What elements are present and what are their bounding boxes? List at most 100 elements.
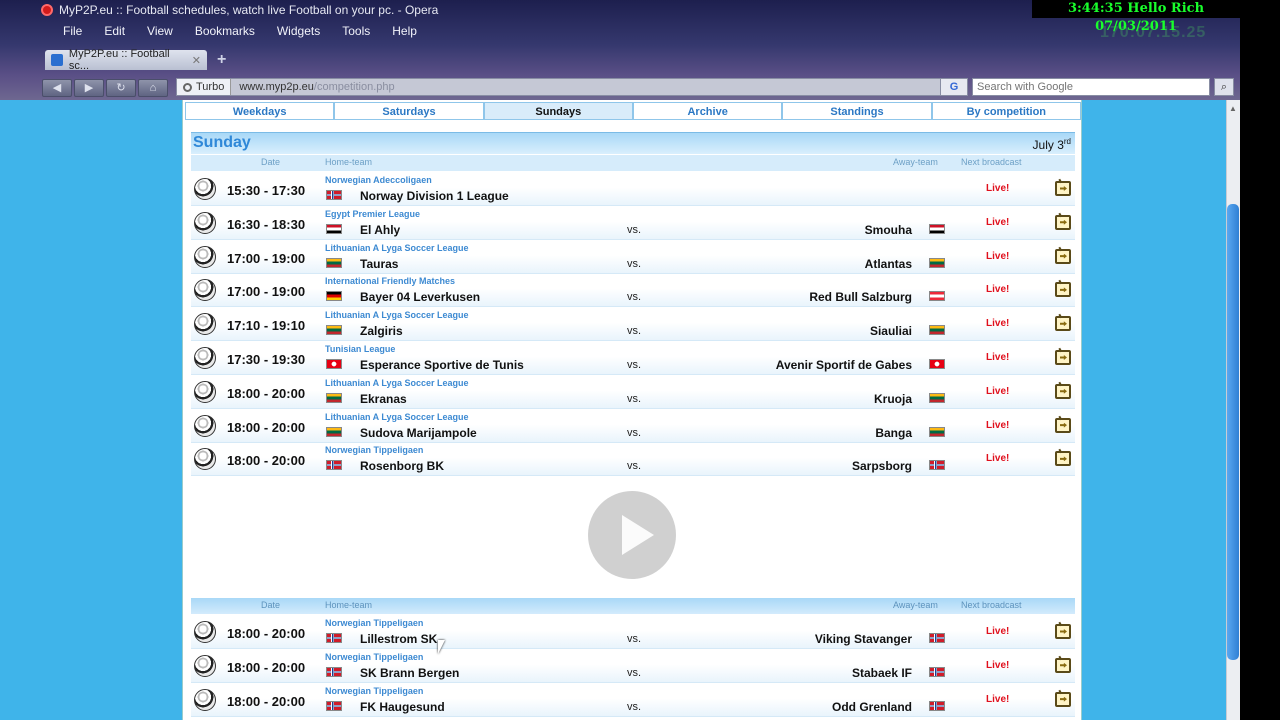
screen-edge bbox=[1240, 0, 1280, 720]
close-tab-icon[interactable]: ✕ bbox=[192, 54, 201, 67]
tv-watch-icon[interactable] bbox=[1055, 624, 1071, 639]
vs-label: vs. bbox=[627, 700, 642, 713]
live-link[interactable]: Live! bbox=[986, 386, 1009, 397]
tab-weekdays[interactable]: Weekdays bbox=[185, 102, 335, 120]
favicon-icon bbox=[51, 54, 63, 66]
search-icon[interactable]: ⌕ bbox=[1214, 78, 1234, 96]
live-link[interactable]: Live! bbox=[986, 352, 1009, 363]
live-link[interactable]: Live! bbox=[986, 626, 1009, 637]
tab-saturdays[interactable]: Saturdays bbox=[334, 102, 484, 120]
tv-watch-icon[interactable] bbox=[1055, 282, 1071, 298]
search-input[interactable] bbox=[972, 78, 1210, 96]
forward-button[interactable]: ▶ bbox=[74, 79, 104, 97]
menu-help[interactable]: Help bbox=[381, 22, 428, 40]
match-row[interactable]: 16:30 - 18:30 Egypt Premier League El Ahly… bbox=[191, 206, 1075, 240]
football-icon bbox=[194, 211, 216, 234]
league-name[interactable]: Lithuanian A Lyga Soccer League bbox=[325, 378, 469, 388]
home-team: Ekranas bbox=[360, 391, 407, 406]
arrow-icon bbox=[1060, 355, 1067, 360]
scroll-up-icon[interactable]: ▲ bbox=[1226, 104, 1240, 116]
league-name[interactable]: Norwegian Tippeligaen bbox=[325, 618, 423, 628]
tv-watch-icon[interactable] bbox=[1055, 657, 1071, 673]
league-name[interactable]: Norwegian Adeccoligaen bbox=[325, 175, 432, 185]
live-link[interactable]: Live! bbox=[986, 284, 1009, 295]
tab-sundays[interactable]: Sundays bbox=[483, 102, 633, 120]
search-engine-button[interactable]: G bbox=[940, 78, 968, 96]
menu-tools[interactable]: Tools bbox=[331, 22, 381, 40]
match-row[interactable]: 17:00 - 19:00 International Friendly Matc… bbox=[191, 274, 1075, 308]
football-icon bbox=[194, 178, 216, 200]
live-link[interactable]: Live! bbox=[986, 420, 1009, 431]
new-tab-button[interactable]: + bbox=[217, 51, 226, 69]
league-name[interactable]: Lithuanian A Lyga Soccer League bbox=[325, 310, 469, 320]
tv-watch-icon[interactable] bbox=[1055, 248, 1071, 264]
back-button[interactable]: ◀ bbox=[42, 79, 72, 97]
menu-widgets[interactable]: Widgets bbox=[266, 22, 331, 40]
match-row[interactable]: 18:00 - 20:00 Norwegian Tippeligaen Lilles… bbox=[191, 616, 1075, 649]
live-link[interactable]: Live! bbox=[986, 453, 1009, 464]
match-row[interactable]: 17:30 - 19:30 Tunisian League Esperance Sp… bbox=[191, 342, 1075, 375]
live-link[interactable]: Live! bbox=[986, 318, 1009, 329]
tv-watch-icon[interactable] bbox=[1055, 214, 1071, 230]
live-link[interactable]: Live! bbox=[986, 183, 1009, 194]
tv-watch-icon[interactable] bbox=[1055, 181, 1071, 196]
league-name[interactable]: International Friendly Matches bbox=[325, 276, 455, 286]
live-link[interactable]: Live! bbox=[986, 660, 1009, 671]
match-row[interactable]: 17:10 - 19:10 Lithuanian A Lyga Soccer Le… bbox=[191, 308, 1075, 342]
tv-watch-icon[interactable] bbox=[1055, 316, 1071, 332]
match-row[interactable]: 17:00 - 19:00 Lithuanian A Lyga Soccer Le… bbox=[191, 240, 1075, 274]
away-flag-icon bbox=[929, 291, 945, 302]
tab-archive[interactable]: Archive bbox=[632, 102, 783, 120]
menu-file[interactable]: File bbox=[52, 22, 93, 40]
match-row[interactable]: 15:30 - 17:30 Norwegian Adeccoligaen Norwa… bbox=[191, 173, 1075, 206]
match-row[interactable]: 18:00 - 20:00 Lithuanian A Lyga Soccer Le… bbox=[191, 375, 1075, 409]
league-name[interactable]: Norwegian Tippeligaen bbox=[325, 445, 423, 455]
vs-label: vs. bbox=[627, 257, 642, 270]
tab-standings[interactable]: Standings bbox=[782, 102, 932, 120]
away-flag-icon bbox=[929, 359, 945, 369]
match-row[interactable]: 18:00 - 20:00 Norwegian Tippeligaen Rosenb… bbox=[191, 443, 1075, 477]
league-name[interactable]: Norwegian Tippeligaen bbox=[325, 686, 423, 696]
away-flag-icon bbox=[929, 223, 945, 234]
home-team: Esperance Sportive de Tunis bbox=[360, 358, 524, 372]
match-row[interactable]: 18:00 - 20:00 Norwegian Tippeligaen FK Hau… bbox=[191, 683, 1075, 717]
match-row[interactable]: 18:00 - 20:00 Norwegian Tippeligaen SK Bra… bbox=[191, 649, 1075, 683]
league-name[interactable]: Lithuanian A Lyga Soccer League bbox=[325, 412, 469, 422]
arrow-icon bbox=[1060, 321, 1067, 327]
video-play-icon[interactable] bbox=[588, 491, 676, 579]
home-button[interactable]: ⌂ bbox=[138, 79, 168, 97]
home-team: Tauras bbox=[360, 256, 399, 271]
menu-bookmarks[interactable]: Bookmarks bbox=[184, 22, 266, 40]
league-name[interactable]: Tunisian League bbox=[325, 344, 395, 354]
address-bar[interactable]: Turbo www.myp2p.eu/competition.php bbox=[176, 78, 968, 96]
menu-view[interactable]: View bbox=[136, 22, 184, 40]
tv-watch-icon[interactable] bbox=[1055, 383, 1071, 399]
away-flag-icon bbox=[929, 392, 945, 403]
live-link[interactable]: Live! bbox=[986, 251, 1009, 262]
tv-watch-icon[interactable] bbox=[1055, 451, 1071, 467]
turbo-icon bbox=[183, 82, 192, 92]
league-name[interactable]: Egypt Premier League bbox=[325, 209, 420, 219]
browser-tab[interactable]: MyP2P.eu :: Football sc... ✕ bbox=[45, 48, 207, 72]
arrow-icon bbox=[1060, 662, 1067, 668]
vs-label: vs. bbox=[627, 666, 642, 679]
reload-button[interactable]: ↻ bbox=[106, 79, 136, 97]
menu-edit[interactable]: Edit bbox=[93, 22, 136, 40]
live-link[interactable]: Live! bbox=[986, 217, 1009, 228]
match-time: 16:30 - 18:30 bbox=[227, 216, 306, 232]
tv-watch-icon[interactable] bbox=[1055, 417, 1071, 433]
away-team: Red Bull Salzburg bbox=[809, 290, 912, 305]
url-path: /competition.php bbox=[313, 81, 395, 93]
league-name[interactable]: Norwegian Tippeligaen bbox=[325, 652, 423, 662]
scrollbar-thumb[interactable] bbox=[1227, 204, 1239, 660]
tab-by-competition[interactable]: By competition bbox=[931, 102, 1081, 120]
match-row[interactable]: 18:00 - 20:00 Lithuanian A Lyga Soccer Le… bbox=[191, 409, 1075, 443]
league-name[interactable]: Lithuanian A Lyga Soccer League bbox=[325, 243, 469, 253]
tv-watch-icon[interactable] bbox=[1055, 691, 1071, 707]
arrow-icon bbox=[1060, 696, 1067, 702]
tv-watch-icon[interactable] bbox=[1055, 350, 1071, 365]
live-link[interactable]: Live! bbox=[986, 694, 1009, 705]
turbo-button[interactable]: Turbo bbox=[177, 79, 232, 95]
opera-logo-icon[interactable] bbox=[41, 4, 53, 16]
title-bar: MyP2P.eu :: Football schedules, watch li… bbox=[0, 0, 1030, 20]
